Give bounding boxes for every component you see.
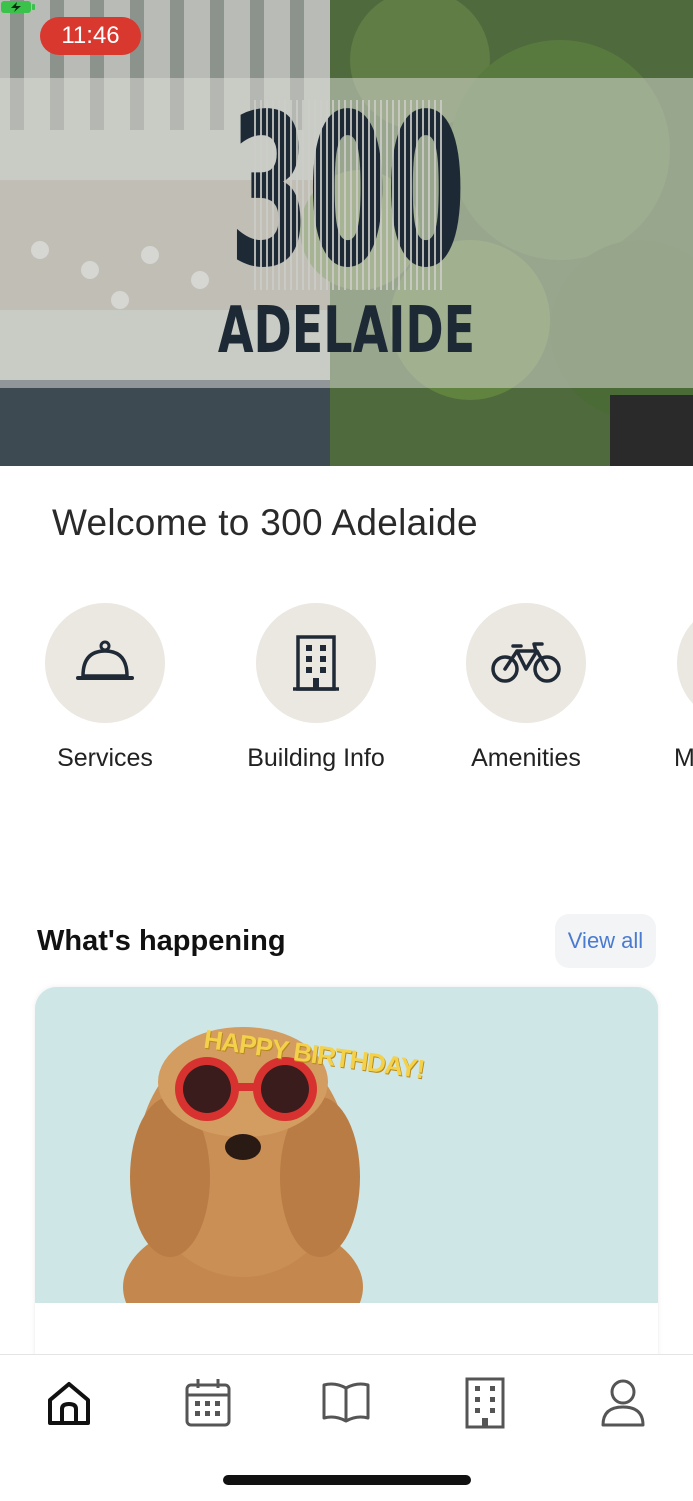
status-time: 11:46 — [40, 17, 141, 55]
quick-link-label: Building Info — [247, 744, 385, 772]
event-card[interactable]: HAPPY BIRTHDAY! — [35, 987, 658, 1387]
quick-link-amenities[interactable]: Amenities — [436, 603, 616, 783]
quick-link-label: Amenities — [471, 744, 581, 772]
quick-link-circle — [677, 603, 693, 723]
tab-calendar[interactable] — [178, 1373, 238, 1433]
tab-guide[interactable] — [316, 1373, 376, 1433]
building-icon — [465, 1377, 505, 1429]
calendar-icon — [185, 1379, 231, 1427]
quick-link-building-info[interactable]: Building Info — [226, 603, 406, 783]
building-icon — [293, 635, 339, 691]
quick-link-partial[interactable]: M — [647, 603, 693, 783]
tab-home[interactable] — [39, 1373, 99, 1433]
logo-number: 300 — [229, 69, 466, 314]
hero-banner: 300 ADELAIDE 11:46 — [0, 0, 693, 466]
bicycle-icon — [491, 642, 561, 683]
logo-word: ADELAIDE — [217, 294, 476, 368]
profile-icon — [601, 1379, 645, 1427]
tab-building[interactable] — [455, 1373, 515, 1433]
home-icon — [48, 1382, 90, 1425]
view-all-button[interactable]: View all — [555, 914, 656, 968]
book-icon — [322, 1382, 370, 1423]
section-title-happening: What's happening — [37, 925, 286, 957]
service-bell-icon — [76, 640, 134, 680]
event-card-image: HAPPY BIRTHDAY! — [35, 987, 658, 1357]
quick-link-label: M — [674, 744, 693, 772]
quick-link-label: Services — [57, 744, 153, 772]
welcome-title: Welcome to 300 Adelaide — [52, 502, 478, 543]
quick-link-circle — [45, 603, 165, 723]
battery-icon — [1, 1, 35, 13]
quick-link-circle — [256, 603, 376, 723]
tab-profile[interactable] — [593, 1373, 653, 1433]
quick-link-circle — [466, 603, 586, 723]
dog-photo — [35, 987, 658, 1357]
home-indicator — [223, 1475, 471, 1485]
quick-link-services[interactable]: Services — [15, 603, 195, 783]
